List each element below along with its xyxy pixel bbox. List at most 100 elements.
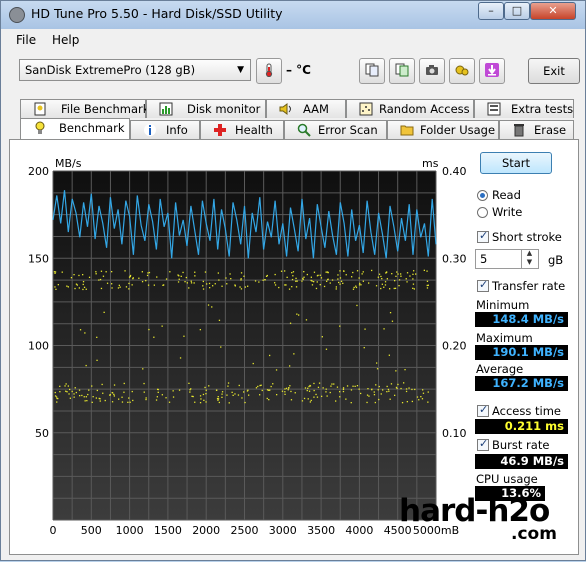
access-point [217, 272, 219, 274]
access-point [413, 288, 415, 290]
access-point [422, 389, 424, 391]
access-point [387, 388, 390, 391]
access-point [326, 395, 328, 397]
access-point [412, 273, 414, 275]
access-point [368, 282, 370, 284]
access-point [397, 383, 399, 386]
access-point [54, 286, 56, 288]
write-radio[interactable] [477, 207, 488, 218]
access-point [386, 278, 388, 280]
access-point [132, 277, 134, 279]
write-label: Write [492, 205, 523, 219]
access-point [66, 391, 68, 393]
access-point [342, 388, 345, 390]
access-point [121, 396, 123, 398]
access-point [306, 389, 308, 392]
access-point [394, 287, 397, 289]
access-point [397, 273, 399, 275]
access-point [57, 397, 59, 400]
transfer-rate-label: Transfer rate [492, 279, 566, 293]
access-point [145, 398, 147, 401]
access-point [395, 275, 397, 277]
access-point [259, 394, 261, 396]
access-time-checkbox[interactable] [477, 403, 489, 417]
access-point [238, 384, 240, 387]
access-point [352, 271, 354, 274]
access-point [202, 280, 204, 283]
access-point [205, 393, 207, 395]
access-point [339, 396, 341, 398]
access-point [384, 281, 387, 283]
access-point [412, 287, 414, 289]
access-point [69, 388, 71, 391]
access-point [289, 385, 291, 387]
access-point [380, 287, 382, 290]
access-point [243, 275, 245, 277]
access-point [156, 396, 158, 398]
read-radio[interactable] [477, 190, 488, 201]
short-stroke-unit: gB [548, 253, 564, 267]
access-point [188, 382, 190, 384]
access-point [255, 387, 258, 389]
access-point [87, 393, 89, 396]
access-point [420, 396, 422, 398]
app-window: HD Tune Pro 5.50 - Hard Disk/SSD Utility… [0, 0, 586, 561]
access-point [103, 311, 105, 313]
access-point [352, 385, 354, 387]
access-point [100, 287, 103, 290]
access-point [168, 401, 171, 403]
access-point [143, 382, 145, 385]
read-label: Read [492, 188, 521, 202]
access-point [274, 282, 276, 284]
access-point [427, 391, 429, 393]
access-point [291, 272, 293, 274]
access-point [393, 287, 395, 290]
access-point [111, 271, 113, 273]
access-point [381, 278, 383, 280]
short-stroke-stepper[interactable]: ▲ ▼ [521, 249, 537, 269]
access-point [405, 388, 408, 390]
access-point [148, 328, 150, 331]
access-point [291, 278, 294, 281]
access-point [384, 284, 387, 286]
access-point [128, 397, 130, 399]
access-point [118, 284, 120, 286]
access-point [78, 287, 80, 289]
cpu-usage-label: CPU usage [476, 472, 538, 486]
access-point [65, 390, 67, 392]
access-point [221, 396, 223, 398]
access-point [177, 281, 180, 283]
access-point [380, 393, 382, 395]
access-point [190, 282, 193, 284]
access-point [270, 385, 272, 388]
access-point [284, 393, 286, 395]
access-point [367, 388, 369, 390]
access-point [339, 325, 341, 327]
access-point [241, 397, 243, 399]
access-point [388, 354, 390, 356]
access-point [190, 280, 192, 282]
start-button[interactable]: Start [480, 152, 552, 174]
access-point [290, 399, 293, 401]
access-point [81, 394, 83, 397]
access-point [295, 277, 297, 279]
access-point [412, 283, 415, 285]
access-point [147, 284, 150, 286]
access-point [78, 389, 81, 391]
access-point [105, 271, 107, 273]
access-point [340, 280, 343, 282]
access-point [386, 391, 388, 393]
access-point [376, 362, 378, 364]
short-stroke-checkbox[interactable] [477, 229, 489, 243]
access-point [104, 399, 106, 402]
tab-benchmark[interactable]: Benchmark [20, 118, 130, 139]
access-point [338, 281, 340, 284]
burst-rate-checkbox[interactable] [477, 437, 489, 451]
minimum-value: 148.4 MB/s [475, 312, 568, 327]
access-point [199, 395, 202, 397]
access-point [307, 387, 309, 389]
y-right-tick-label: 0.20 [442, 340, 467, 353]
access-point [91, 385, 93, 387]
access-point [368, 395, 370, 397]
transfer-rate-checkbox[interactable] [477, 278, 489, 292]
